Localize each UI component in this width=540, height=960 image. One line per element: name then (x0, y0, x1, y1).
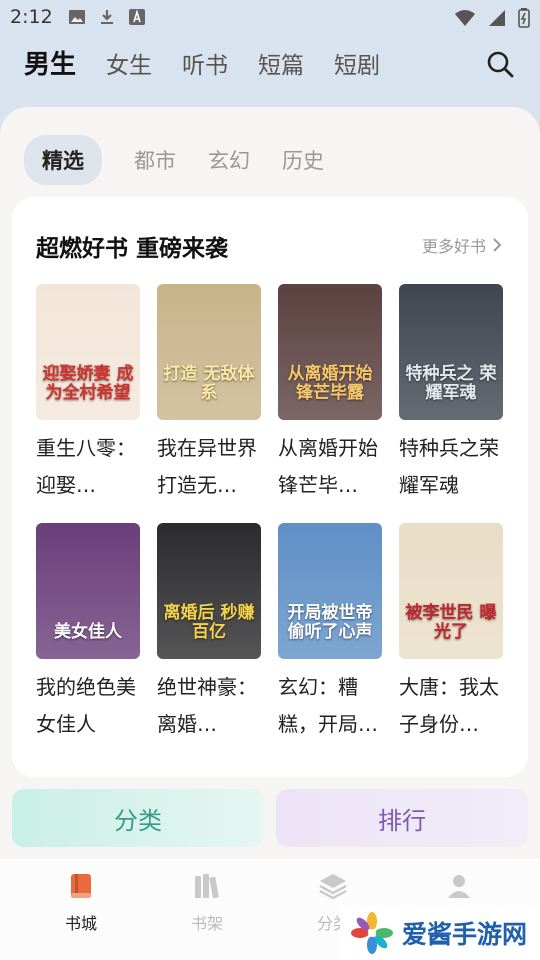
sub-tab-featured[interactable]: 精选 (24, 135, 102, 185)
book-title: 我的绝色美女佳人 (36, 675, 136, 736)
top-tab-short-story[interactable]: 短篇 (258, 46, 304, 80)
sub-tab-bar: 精选 都市 玄幻 历史 (24, 135, 356, 185)
book-title: 重生八零：迎娶… (36, 436, 136, 497)
top-tab-female[interactable]: 女生 (106, 46, 152, 80)
book-cover[interactable]: 被李世民 曝光了 (399, 523, 503, 659)
book-cover[interactable]: 迎娶娇妻 成为全村希望 (36, 284, 140, 420)
top-tab-audiobook[interactable]: 听书 (182, 46, 228, 80)
sub-tab-history[interactable]: 历史 (282, 135, 324, 185)
book-title: 绝世神豪：离婚… (157, 675, 257, 736)
book-cover-text: 迎娶娇妻 成为全村希望 (42, 363, 134, 404)
book-title: 大唐：我太子身份… (399, 675, 499, 736)
book-item[interactable]: 打造 无敌体系我在异世界打造无… (157, 284, 261, 504)
chevron-right-icon (493, 238, 502, 252)
book-item[interactable]: 迎娶娇妻 成为全村希望重生八零：迎娶… (36, 284, 140, 504)
book-cover[interactable]: 开局被世帝 偷听了心声 (278, 523, 382, 659)
book-cover-text: 打造 无敌体系 (163, 363, 255, 404)
more-books-link[interactable]: 更多好书 (422, 233, 502, 257)
book-item[interactable]: 被李世民 曝光了大唐：我太子身份… (399, 523, 503, 743)
battery-icon (518, 8, 530, 28)
layers-icon (319, 874, 347, 900)
book-cover[interactable]: 美女佳人 (36, 523, 140, 659)
book-item[interactable]: 开局被世帝 偷听了心声玄幻：糟糕，开局… (278, 523, 382, 743)
more-books-label: 更多好书 (421, 237, 486, 256)
top-tab-bar: 男生 女生 听书 短篇 短剧 (24, 44, 410, 81)
book-cover-text: 被李世民 曝光了 (405, 602, 497, 643)
sub-tab-fantasy[interactable]: 玄幻 (208, 135, 250, 185)
nav-bookshelf-label: 书架 (190, 914, 223, 933)
ranking-button-label: 排行 (378, 806, 426, 835)
bookshelf-icon (195, 874, 219, 899)
book-title: 玄幻：糟糕，开局… (278, 675, 378, 736)
signal-icon (489, 10, 505, 26)
section-title: 超燃好书 重磅来袭 (36, 236, 229, 262)
image-icon (69, 10, 85, 24)
book-cover-text: 开局被世帝 偷听了心声 (287, 602, 373, 643)
book-item[interactable]: 离婚后 秒赚百亿绝世神豪：离婚… (157, 523, 261, 743)
sub-tab-urban[interactable]: 都市 (134, 135, 176, 185)
book-cover[interactable]: 离婚后 秒赚百亿 (157, 523, 261, 659)
status-bar: 2:12 (0, 0, 540, 36)
nav-bookshelf[interactable]: 书架 (167, 872, 247, 934)
main-panel: 精选 都市 玄幻 历史 超燃好书 重磅来袭 更多好书 迎娶娇妻 成为全村希望重生… (0, 107, 540, 867)
ranking-button[interactable]: 排行 (276, 789, 528, 847)
status-time: 2:12 (10, 6, 53, 28)
watermark-logo: 爱酱手游网 (340, 905, 540, 960)
book-cover-text: 美女佳人 (54, 622, 122, 643)
category-button-label: 分类 (114, 806, 162, 835)
book-cover[interactable]: 从离婚开始 锋芒毕露 (278, 284, 382, 420)
book-item[interactable]: 美女佳人我的绝色美女佳人 (36, 523, 140, 743)
watermark-text: 爱酱手游网 (402, 919, 528, 949)
book-item[interactable]: 从离婚开始 锋芒毕露从离婚开始锋芒毕… (278, 284, 382, 504)
featured-books-card: 超燃好书 重磅来袭 更多好书 迎娶娇妻 成为全村希望 重生八零：迎娶… 打造 无敌体… (12, 197, 528, 777)
book-cover[interactable]: 特种兵之 荣耀军魂 (399, 284, 503, 420)
book-cover-text: 特种兵之 荣耀军魂 (405, 363, 497, 404)
top-tab-male[interactable]: 男生 (24, 44, 76, 81)
user-icon (448, 875, 470, 898)
book-item[interactable]: 特种兵之 荣耀军魂特种兵之荣耀军魂 (399, 284, 503, 504)
book-cover-text: 离婚后 秒赚百亿 (163, 602, 255, 643)
category-button[interactable]: 分类 (12, 789, 264, 847)
download-icon (101, 10, 113, 24)
book-title: 从离婚开始锋芒毕… (278, 436, 378, 497)
book-cover-text: 从离婚开始 锋芒毕露 (287, 363, 373, 404)
book-cover[interactable]: 打造 无敌体系 (157, 284, 261, 420)
nav-bookstore[interactable]: 书城 (41, 872, 121, 934)
book-title: 特种兵之荣耀军魂 (399, 436, 499, 497)
font-icon (129, 9, 145, 25)
nav-bookstore-label: 书城 (64, 914, 97, 933)
search-icon[interactable] (486, 50, 514, 78)
book-icon (71, 874, 91, 898)
wifi-icon (455, 10, 475, 26)
book-title: 我在异世界打造无… (157, 436, 257, 497)
pinwheel-icon (351, 911, 393, 954)
top-tab-short-drama[interactable]: 短剧 (334, 46, 380, 80)
